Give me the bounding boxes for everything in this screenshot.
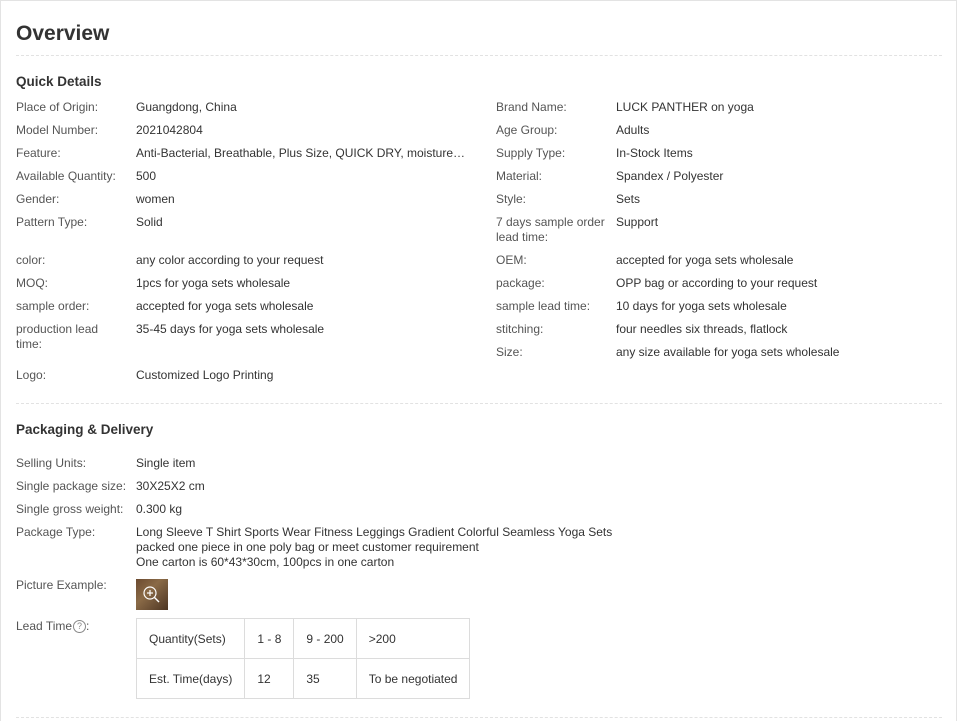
detail-label: OEM: bbox=[496, 253, 527, 267]
detail-value: 2021042804 bbox=[136, 123, 203, 137]
detail-value: accepted for yoga sets wholesale bbox=[136, 299, 314, 313]
divider bbox=[16, 403, 942, 404]
detail-value: OPP bag or according to your request bbox=[616, 276, 818, 290]
packaging-value: Single item bbox=[136, 456, 196, 470]
picture-example-thumbnail[interactable] bbox=[136, 579, 168, 610]
detail-label: sample order: bbox=[16, 299, 90, 313]
detail-label: MOQ: bbox=[16, 276, 48, 290]
divider bbox=[16, 717, 942, 718]
detail-label: package: bbox=[496, 276, 545, 290]
divider bbox=[16, 55, 942, 56]
table-row: Quantity(Sets) 1 - 8 9 - 200 >200 bbox=[135, 618, 471, 659]
detail-value: Sets bbox=[616, 192, 641, 206]
detail-value: Adults bbox=[616, 123, 650, 137]
time-cell: 12 bbox=[244, 658, 295, 699]
detail-value: Solid bbox=[136, 215, 163, 229]
detail-value: Spandex / Polyester bbox=[616, 169, 724, 183]
package-type-value: Long Sleeve T Shirt Sports Wear Fitness … bbox=[136, 525, 696, 570]
packaging-heading: Packaging & Delivery bbox=[16, 422, 154, 437]
quantity-cell: 9 - 200 bbox=[293, 618, 357, 659]
table-row: Est. Time(days) 12 35 To be negotiated bbox=[135, 658, 471, 699]
detail-label: Age Group: bbox=[496, 123, 558, 137]
detail-label: Place of Origin: bbox=[16, 100, 99, 114]
detail-label: Material: bbox=[496, 169, 543, 183]
detail-value: women bbox=[136, 192, 175, 206]
package-type-line: Long Sleeve T Shirt Sports Wear Fitness … bbox=[136, 525, 613, 539]
detail-value: Customized Logo Printing bbox=[136, 368, 274, 382]
time-cell: To be negotiated bbox=[355, 658, 471, 699]
zoom-in-icon bbox=[143, 586, 160, 603]
time-header: Est. Time(days) bbox=[135, 658, 246, 699]
packaging-label: Selling Units: bbox=[16, 456, 87, 470]
lead-time-label-wrap: Lead Time?: bbox=[16, 619, 90, 634]
quantity-cell: 1 - 8 bbox=[244, 618, 295, 659]
quick-details-heading: Quick Details bbox=[16, 74, 102, 89]
detail-label: Model Number: bbox=[16, 123, 99, 137]
packaging-value: 30X25X2 cm bbox=[136, 479, 205, 493]
detail-label: sample lead time: bbox=[496, 299, 591, 313]
detail-value: accepted for yoga sets wholesale bbox=[616, 253, 794, 267]
package-type-label: Package Type: bbox=[16, 525, 96, 539]
detail-label: Logo: bbox=[16, 368, 47, 382]
overview-panel: Overview Quick Details Place of Origin: … bbox=[0, 0, 957, 721]
detail-value: 35-45 days for yoga sets wholesale bbox=[136, 322, 325, 336]
detail-label: Available Quantity: bbox=[16, 169, 116, 183]
detail-value: 10 days for yoga sets wholesale bbox=[616, 299, 787, 313]
detail-label: color: bbox=[16, 253, 46, 267]
detail-label: stitching: bbox=[496, 322, 544, 336]
detail-label: Style: bbox=[496, 192, 527, 206]
detail-label: Size: bbox=[496, 345, 523, 359]
package-type-line: packed one piece in one poly bag or meet… bbox=[136, 540, 479, 554]
detail-label: Feature: bbox=[16, 146, 61, 160]
quantity-cell: >200 bbox=[355, 618, 471, 659]
quantity-header: Quantity(Sets) bbox=[135, 618, 246, 659]
detail-value: any color according to your request bbox=[136, 253, 324, 267]
detail-value: Guangdong, China bbox=[136, 100, 237, 114]
time-cell: 35 bbox=[293, 658, 357, 699]
picture-example-label: Picture Example: bbox=[16, 578, 107, 592]
detail-label: production lead time: bbox=[16, 322, 99, 351]
packaging-value: 0.300 kg bbox=[136, 502, 183, 516]
detail-label: 7 days sample order lead time: bbox=[496, 215, 605, 244]
packaging-label: Single gross weight: bbox=[16, 502, 124, 516]
lead-time-table: Quantity(Sets) 1 - 8 9 - 200 >200 Est. T… bbox=[135, 618, 471, 699]
packaging-label: Single package size: bbox=[16, 479, 127, 493]
detail-value: any size available for yoga sets wholesa… bbox=[616, 345, 840, 359]
detail-value: 500 bbox=[136, 169, 157, 183]
page-title: Overview bbox=[16, 22, 110, 45]
detail-value: four needles six threads, flatlock bbox=[616, 322, 788, 336]
detail-value: In-Stock Items bbox=[616, 146, 693, 160]
detail-label: Gender: bbox=[16, 192, 60, 206]
package-type-line: One carton is 60*43*30cm, 100pcs in one … bbox=[136, 555, 395, 569]
detail-label: Supply Type: bbox=[496, 146, 566, 160]
detail-label: Pattern Type: bbox=[16, 215, 88, 229]
detail-value: Support bbox=[616, 215, 659, 229]
detail-value: Anti-Bacterial, Breathable, Plus Size, Q… bbox=[136, 146, 466, 160]
lead-time-label: Lead Time bbox=[16, 619, 73, 633]
detail-value: 1pcs for yoga sets wholesale bbox=[136, 276, 291, 290]
detail-value: LUCK PANTHER on yoga bbox=[616, 100, 754, 114]
help-icon[interactable]: ? bbox=[73, 620, 87, 634]
detail-label: Brand Name: bbox=[496, 100, 567, 114]
